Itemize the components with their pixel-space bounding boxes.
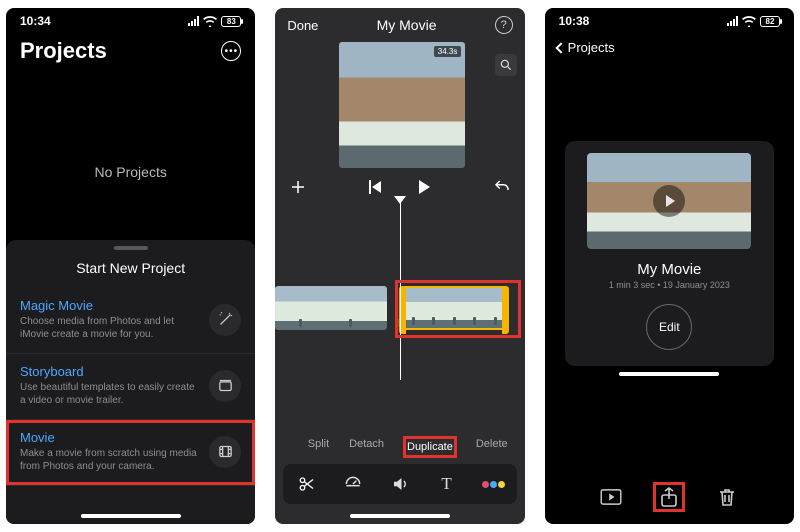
battery-level: 82: [760, 16, 780, 27]
home-indicator[interactable]: [81, 514, 181, 518]
play-overlay-icon: [653, 185, 685, 217]
wifi-icon: [742, 16, 756, 27]
timeline-clip-selected[interactable]: [401, 286, 507, 330]
battery-icon: 82: [760, 16, 780, 27]
split-action[interactable]: Split: [307, 436, 330, 458]
done-button[interactable]: Done: [287, 18, 318, 33]
add-media-button[interactable]: [287, 178, 309, 196]
undo-button[interactable]: [491, 178, 513, 196]
back-button[interactable]: Projects: [545, 34, 794, 61]
screen-editor: Done My Movie ? 34.3s: [275, 8, 524, 524]
home-indicator[interactable]: [619, 372, 719, 376]
cellular-icon: [188, 16, 199, 26]
duration-badge: 34.3s: [434, 46, 462, 57]
detach-action[interactable]: Detach: [348, 436, 385, 458]
option-title: Movie: [20, 430, 199, 445]
project-meta: 1 min 3 sec • 19 January 2023: [609, 280, 730, 290]
start-project-sheet: Start New Project Magic Movie Choose med…: [6, 240, 255, 524]
play-button[interactable]: [414, 180, 436, 194]
chevron-left-icon: [555, 42, 566, 53]
duplicate-action[interactable]: Duplicate: [403, 436, 457, 458]
project-toolbar: [545, 482, 794, 512]
no-projects-label: No Projects: [6, 72, 255, 240]
storyboard-icon: [209, 370, 241, 402]
status-indicators: 83: [188, 16, 241, 27]
preview-area: 34.3s: [275, 42, 524, 174]
share-button[interactable]: [653, 482, 685, 512]
text-icon[interactable]: T: [433, 470, 461, 498]
volume-icon[interactable]: [386, 470, 414, 498]
back-label: Projects: [568, 40, 615, 55]
timeline-clip[interactable]: [275, 286, 387, 330]
video-preview[interactable]: 34.3s: [339, 42, 465, 168]
home-indicator[interactable]: [350, 514, 450, 518]
playhead-line[interactable]: [400, 198, 402, 380]
trash-button[interactable]: [711, 482, 743, 512]
edit-button[interactable]: Edit: [646, 304, 692, 350]
screen-projects: 10:34 83 Projects ••• No Projects Start …: [6, 8, 255, 524]
editor-toolbar: T: [283, 464, 516, 504]
skip-start-button[interactable]: [364, 180, 386, 194]
battery-icon: 83: [221, 16, 241, 27]
status-time: 10:38: [559, 14, 590, 28]
sheet-title: Start New Project: [6, 254, 255, 288]
help-button[interactable]: ?: [495, 16, 513, 34]
battery-level: 83: [221, 16, 241, 27]
cellular-icon: [727, 16, 738, 26]
magic-wand-icon: [209, 304, 241, 336]
option-desc: Choose media from Photos and let iMovie …: [20, 315, 199, 341]
option-desc: Make a movie from scratch using media fr…: [20, 447, 199, 473]
clip-action-bar: Split Detach Duplicate Delete: [275, 430, 524, 460]
zoom-button[interactable]: [495, 54, 517, 76]
playback-controls: [275, 174, 524, 198]
project-title: My Movie: [637, 261, 701, 278]
screen-project-detail: 10:38 82 Projects My Movie 1 min 3 sec •…: [545, 8, 794, 524]
project-thumbnail[interactable]: [587, 153, 751, 249]
project-card: My Movie 1 min 3 sec • 19 January 2023 E…: [565, 141, 774, 366]
option-magic-movie[interactable]: Magic Movie Choose media from Photos and…: [6, 288, 255, 354]
status-bar: 10:34 83: [6, 8, 255, 34]
page-title: Projects: [20, 38, 107, 64]
edit-label: Edit: [659, 320, 680, 334]
wifi-icon: [203, 16, 217, 27]
option-title: Magic Movie: [20, 298, 199, 313]
option-movie[interactable]: Movie Make a movie from scratch using me…: [6, 420, 255, 486]
editor-title: My Movie: [377, 17, 437, 33]
play-rect-button[interactable]: [595, 482, 627, 512]
option-storyboard[interactable]: Storyboard Use beautiful templates to ea…: [6, 354, 255, 420]
speed-icon[interactable]: [339, 470, 367, 498]
status-indicators: 82: [727, 16, 780, 27]
film-icon: [209, 436, 241, 468]
scissors-icon[interactable]: [293, 470, 321, 498]
status-time: 10:34: [20, 14, 51, 28]
header: Projects •••: [6, 34, 255, 72]
option-desc: Use beautiful templates to easily create…: [20, 381, 199, 407]
status-bar: 10:38 82: [545, 8, 794, 34]
sheet-grabber[interactable]: [114, 246, 148, 250]
delete-action[interactable]: Delete: [475, 436, 509, 458]
option-title: Storyboard: [20, 364, 199, 379]
filters-icon[interactable]: [479, 470, 507, 498]
editor-header: Done My Movie ?: [275, 8, 524, 42]
more-button[interactable]: •••: [221, 41, 241, 61]
